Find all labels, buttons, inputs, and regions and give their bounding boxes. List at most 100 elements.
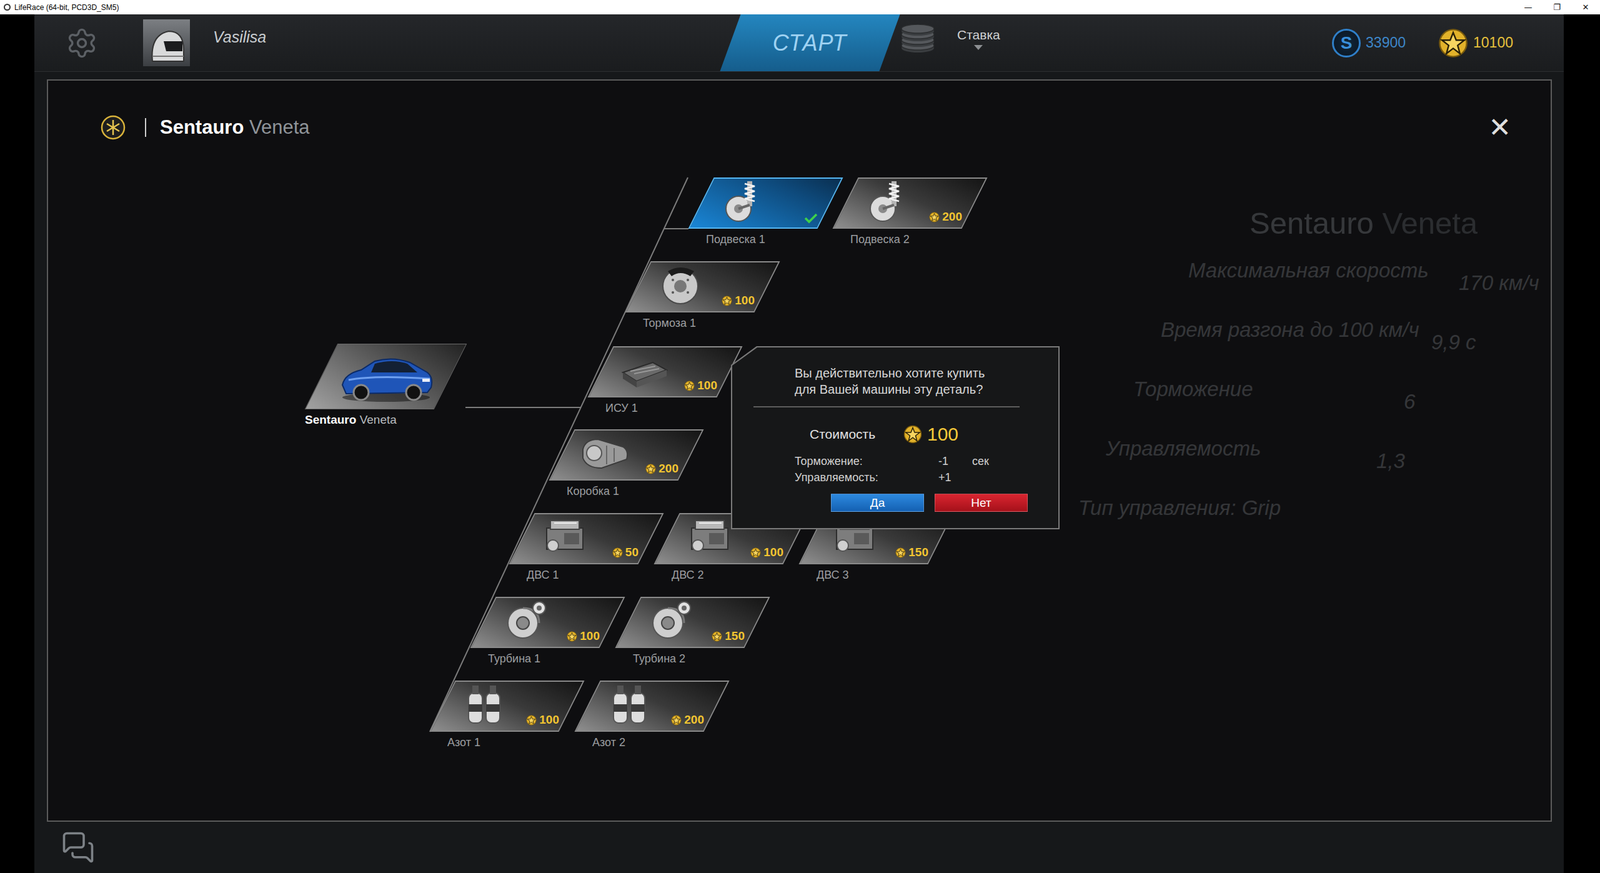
part-price: 150 xyxy=(711,629,745,643)
car-tile[interactable] xyxy=(304,343,468,410)
purchase-dialog: Вы действительно хотите купитьдля Вашей … xyxy=(730,346,1060,530)
part-price: 200 xyxy=(645,461,679,476)
star-coin-icon xyxy=(684,380,695,392)
car-icon xyxy=(336,348,437,405)
upgrade-tree: Sentauro VenetaПодвеска 1200Подвеска 210… xyxy=(48,80,1551,821)
part-tile[interactable]: 150 xyxy=(614,596,770,648)
brake-disc-icon xyxy=(655,262,708,308)
gearbox-icon xyxy=(579,430,632,476)
confirm-button[interactable]: Да xyxy=(830,493,925,512)
star-coin-icon xyxy=(711,631,723,642)
part-label: Турбина 2 xyxy=(632,652,758,666)
bet-label: Ставка xyxy=(957,27,1001,43)
part-price: 100 xyxy=(750,545,784,560)
part-node[interactable]: Подвеска 1 xyxy=(688,177,831,247)
bet-dropdown[interactable]: Ставка xyxy=(957,27,1001,50)
currency: 10100 xyxy=(1438,28,1514,59)
part-tile[interactable] xyxy=(687,177,843,229)
top-bar: Vasilisa СТАРТ Ставка S33900 10100 xyxy=(34,14,1564,72)
part-node[interactable]: 100 ИСУ 1 xyxy=(587,346,730,415)
title-bar: LifeRace (64-bit, PCD3D_SM5) —❐✕ xyxy=(0,0,1600,15)
star-coin-icon xyxy=(750,547,761,558)
dialog-buttons: Да Нет xyxy=(830,493,1038,512)
start-button[interactable]: СТАРТ xyxy=(719,14,900,72)
app-window: LifeRace (64-bit, PCD3D_SM5)—❐✕VasilisaС… xyxy=(0,0,1600,873)
part-node[interactable]: 150 Турбина 2 xyxy=(615,596,758,666)
panel-title: Sentauro Veneta xyxy=(159,116,310,139)
cost-row: Стоимость 100 xyxy=(809,423,1038,445)
part-tile[interactable]: 100 xyxy=(429,680,585,732)
star-coin-icon xyxy=(612,547,623,558)
start-label: СТАРТ xyxy=(772,29,848,57)
part-price: 200 xyxy=(670,712,705,727)
gear-icon[interactable] xyxy=(65,26,99,60)
dropdown-arrow-icon xyxy=(973,44,983,50)
part-price: 100 xyxy=(566,629,600,643)
part-label: ДВС 2 xyxy=(671,568,796,582)
effect-unit: сек xyxy=(972,453,1038,469)
player-name: Vasilisa xyxy=(213,28,267,47)
part-label: Коробка 1 xyxy=(566,484,691,498)
bet-group: Ставка xyxy=(897,24,1001,53)
window-control-button[interactable]: ❐ xyxy=(1542,0,1572,15)
star-coin-icon xyxy=(895,547,906,558)
panel-header: Sentauro Veneta ✕ xyxy=(48,80,1551,144)
part-price: 100 xyxy=(721,293,755,308)
player-group: Vasilisa xyxy=(34,14,731,72)
star-coin-icon xyxy=(566,631,578,642)
part-label: Азот 2 xyxy=(592,735,717,750)
part-node[interactable]: 100 Азот 1 xyxy=(429,680,572,750)
part-label: ИСУ 1 xyxy=(605,401,730,415)
car-node[interactable]: Sentauro Veneta xyxy=(304,343,451,427)
part-label: Подвеска 2 xyxy=(850,233,975,247)
engine-icon xyxy=(684,514,737,560)
check-icon xyxy=(804,212,818,224)
cost-value: 100 xyxy=(927,423,959,445)
dialog-separator xyxy=(753,406,1020,408)
part-node[interactable]: 50 ДВС 1 xyxy=(509,512,651,582)
turbo-icon xyxy=(500,597,553,643)
part-node[interactable]: 200 Азот 2 xyxy=(574,680,717,750)
coins-stack-icon xyxy=(897,24,939,53)
cost-label: Стоимость xyxy=(809,426,904,442)
ecu-icon xyxy=(617,347,671,393)
part-label: Тормоза 1 xyxy=(642,316,768,330)
part-price: 100 xyxy=(684,378,718,393)
nitro-bottles-icon xyxy=(604,681,658,727)
part-tile[interactable]: 100 xyxy=(624,261,780,313)
part-price: 100 xyxy=(526,712,560,727)
part-label: Азот 1 xyxy=(447,735,572,750)
star-coin-icon xyxy=(526,714,537,726)
part-tile[interactable]: 200 xyxy=(574,680,730,732)
part-tile[interactable]: 100 xyxy=(587,346,743,398)
part-label: ДВС 3 xyxy=(816,568,941,582)
tuning-panel: Sentauro VenetaПодвеска 1200Подвеска 210… xyxy=(46,79,1552,822)
effect-value: -1 xyxy=(938,453,973,469)
car-node-label: Sentauro Veneta xyxy=(304,412,451,427)
part-label: Турбина 1 xyxy=(487,652,613,666)
game-area: Vasilisa СТАРТ Ставка S33900 10100 Sentauro V… xyxy=(34,14,1564,873)
part-node[interactable]: 200 Коробка 1 xyxy=(549,429,691,498)
part-label: Подвеска 1 xyxy=(705,233,831,247)
effect-label: Управляемость: xyxy=(794,469,939,485)
part-node[interactable]: 100 Турбина 1 xyxy=(470,596,613,666)
close-button[interactable]: ✕ xyxy=(1488,111,1512,144)
part-label: ДВС 1 xyxy=(526,568,651,582)
part-tile[interactable]: 200 xyxy=(832,177,988,229)
part-tile[interactable]: 50 xyxy=(508,512,664,565)
part-node[interactable]: 200Подвеска 2 xyxy=(832,177,975,247)
part-tile[interactable]: 100 xyxy=(469,596,625,648)
part-price: 50 xyxy=(612,545,639,560)
currency: S33900 xyxy=(1331,28,1406,58)
chat-icon[interactable] xyxy=(61,830,95,865)
player-avatar[interactable] xyxy=(143,19,190,67)
cancel-button[interactable]: Нет xyxy=(934,493,1028,512)
turbo-icon xyxy=(645,597,698,643)
window-control-button[interactable]: — xyxy=(1513,0,1543,15)
part-tile[interactable]: 200 xyxy=(548,429,704,481)
window-control-button[interactable]: ✕ xyxy=(1571,0,1600,15)
effect-value: +1 xyxy=(938,469,973,485)
part-node[interactable]: 100 Тормоза 1 xyxy=(625,261,768,330)
window-title: LifeRace (64-bit, PCD3D_SM5) xyxy=(10,3,119,12)
brand-emblem-icon xyxy=(99,114,127,141)
